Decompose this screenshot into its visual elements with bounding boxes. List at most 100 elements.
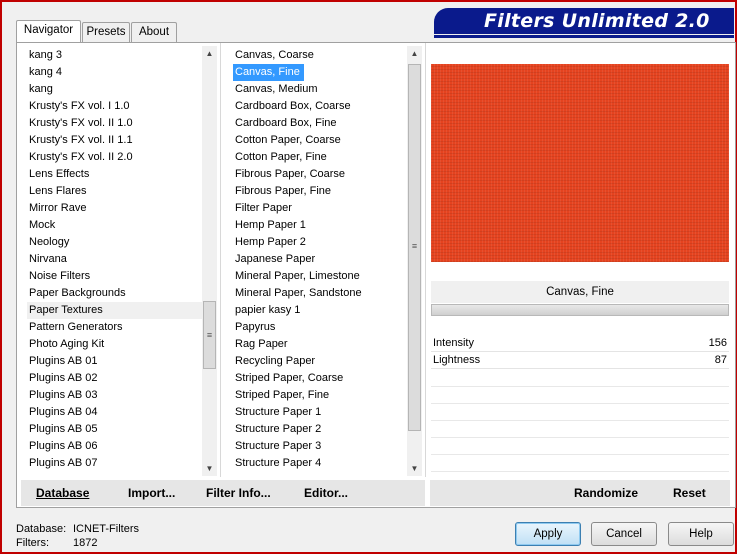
- category-item[interactable]: Lens Flares: [27, 183, 207, 200]
- category-list[interactable]: kang 3 kang 4 kang Krusty's FX vol. I 1.0 Kr…: [27, 47, 207, 477]
- category-item[interactable]: Paper Textures: [27, 302, 207, 319]
- category-item[interactable]: Plugins AB 06: [27, 438, 207, 455]
- category-item[interactable]: Plugins AB 07: [27, 455, 207, 472]
- filter-item[interactable]: Structure Paper 3: [233, 438, 413, 455]
- category-item-label: kang 4: [29, 66, 63, 78]
- scroll-up-arrow-icon[interactable]: ▲: [202, 46, 217, 61]
- filter-item-label: Japanese Paper: [235, 253, 316, 265]
- filter-item[interactable]: Fibrous Paper, Coarse: [233, 166, 413, 183]
- category-item[interactable]: kang 3: [27, 47, 207, 64]
- filters-status-value: 1872: [73, 537, 98, 549]
- category-item[interactable]: Krusty's FX vol. I 1.0: [27, 98, 207, 115]
- filter-item-label: Recycling Paper: [235, 355, 316, 367]
- editor-button[interactable]: Editor...: [304, 486, 348, 500]
- filter-item[interactable]: Rag Paper: [233, 336, 413, 353]
- filter-item[interactable]: Mineral Paper, Sandstone: [233, 285, 413, 302]
- scroll-thumb[interactable]: ≡: [203, 301, 216, 369]
- category-item-label: Krusty's FX vol. I 1.0: [29, 100, 130, 112]
- database-button[interactable]: Database: [36, 486, 89, 500]
- intensity-slider[interactable]: Intensity 156: [431, 335, 729, 352]
- filter-item[interactable]: Structure Paper 1: [233, 404, 413, 421]
- status-info: Database: ICNET-Filters Filters: 1872: [16, 522, 139, 550]
- category-item[interactable]: kang 4: [27, 64, 207, 81]
- category-item-label: Noise Filters: [29, 270, 91, 282]
- filter-list[interactable]: Canvas, Coarse Canvas, Fine Canvas, Medium…: [233, 47, 413, 477]
- scroll-down-arrow-icon[interactable]: ▼: [407, 461, 422, 476]
- database-status-value: ICNET-Filters: [73, 523, 139, 535]
- filter-item[interactable]: Hemp Paper 2: [233, 234, 413, 251]
- help-button[interactable]: Help: [668, 522, 734, 546]
- empty-parameter-rows: [431, 370, 729, 489]
- filter-item-label: Structure Paper 1: [235, 406, 322, 418]
- filters-status-label: Filters:: [16, 537, 49, 549]
- category-item-label: Plugins AB 04: [29, 406, 98, 418]
- category-item-label: Nirvana: [29, 253, 67, 265]
- category-item[interactable]: Mock: [27, 217, 207, 234]
- category-scrollbar[interactable]: ▲ ≡ ▼: [202, 46, 217, 476]
- filter-item[interactable]: Canvas, Medium: [233, 81, 413, 98]
- category-item-label: Plugins AB 03: [29, 389, 98, 401]
- category-item[interactable]: Pattern Generators: [27, 319, 207, 336]
- filter-item-label: Fibrous Paper, Coarse: [235, 168, 346, 180]
- filter-item[interactable]: Filter Paper: [233, 200, 413, 217]
- filter-item[interactable]: Recycling Paper: [233, 353, 413, 370]
- category-item[interactable]: Neology: [27, 234, 207, 251]
- filter-item[interactable]: Canvas, Coarse: [233, 47, 413, 64]
- category-item[interactable]: Lens Effects: [27, 166, 207, 183]
- import-button[interactable]: Import...: [128, 486, 175, 500]
- category-item[interactable]: Noise Filters: [27, 268, 207, 285]
- filter-item[interactable]: papier kasy 1: [233, 302, 413, 319]
- tab-presets[interactable]: Presets: [82, 22, 130, 42]
- category-item[interactable]: kang: [27, 81, 207, 98]
- category-item-label: Krusty's FX vol. II 1.0: [29, 117, 133, 129]
- category-item[interactable]: Nirvana: [27, 251, 207, 268]
- category-item[interactable]: Plugins AB 02: [27, 370, 207, 387]
- reset-button[interactable]: Reset: [673, 486, 706, 500]
- filter-item[interactable]: Cotton Paper, Fine: [233, 149, 413, 166]
- filter-item-label: Rag Paper: [235, 338, 288, 350]
- randomize-button[interactable]: Randomize: [574, 486, 638, 500]
- category-item[interactable]: Krusty's FX vol. II 1.0: [27, 115, 207, 132]
- filter-item[interactable]: Striped Paper, Coarse: [233, 370, 413, 387]
- category-item-label: Pattern Generators: [29, 321, 123, 333]
- lightness-slider[interactable]: Lightness 87: [431, 352, 729, 369]
- column-divider: [220, 43, 221, 477]
- category-item[interactable]: Plugins AB 04: [27, 404, 207, 421]
- filter-item[interactable]: Structure Paper 4: [233, 455, 413, 472]
- filter-item[interactable]: Cardboard Box, Coarse: [233, 98, 413, 115]
- filter-item[interactable]: Striped Paper, Fine: [233, 387, 413, 404]
- filter-item[interactable]: Structure Paper 2: [233, 421, 413, 438]
- selected-filter-name: Canvas, Fine: [431, 281, 729, 303]
- filter-item[interactable]: Mineral Paper, Limestone: [233, 268, 413, 285]
- scroll-down-arrow-icon[interactable]: ▼: [202, 461, 217, 476]
- app-banner: Filters Unlimited 2.0: [434, 8, 734, 34]
- category-item[interactable]: Plugins AB 05: [27, 421, 207, 438]
- category-item[interactable]: Plugins AB 01: [27, 353, 207, 370]
- filter-item[interactable]: Cotton Paper, Coarse: [233, 132, 413, 149]
- filter-item[interactable]: Cardboard Box, Fine: [233, 115, 413, 132]
- cancel-button[interactable]: Cancel: [591, 522, 657, 546]
- apply-button[interactable]: Apply: [515, 522, 581, 546]
- filter-item[interactable]: Japanese Paper: [233, 251, 413, 268]
- filter-item[interactable]: Canvas, Fine: [233, 64, 413, 81]
- tab-navigator[interactable]: Navigator: [16, 20, 81, 42]
- filter-item-label: Structure Paper 2: [235, 423, 322, 435]
- column-divider: [425, 43, 426, 477]
- filter-item[interactable]: Hemp Paper 1: [233, 217, 413, 234]
- tab-about[interactable]: About: [131, 22, 177, 42]
- category-item-label: Plugins AB 05: [29, 423, 98, 435]
- scroll-up-arrow-icon[interactable]: ▲: [407, 46, 422, 61]
- category-item[interactable]: Mirror Rave: [27, 200, 207, 217]
- category-item[interactable]: Plugins AB 03: [27, 387, 207, 404]
- filter-item[interactable]: Fibrous Paper, Fine: [233, 183, 413, 200]
- main-panel: kang 3 kang 4 kang Krusty's FX vol. I 1.0 Kr…: [16, 42, 736, 508]
- filter-scrollbar[interactable]: ▲ ≡ ▼: [407, 46, 422, 476]
- category-item-label: Paper Textures: [29, 304, 103, 316]
- scroll-thumb[interactable]: ≡: [408, 64, 421, 431]
- category-item[interactable]: Krusty's FX vol. II 2.0: [27, 149, 207, 166]
- category-item[interactable]: Krusty's FX vol. II 1.1: [27, 132, 207, 149]
- category-item[interactable]: Paper Backgrounds: [27, 285, 207, 302]
- filter-item[interactable]: Papyrus: [233, 319, 413, 336]
- category-item[interactable]: Photo Aging Kit: [27, 336, 207, 353]
- filter-info-button[interactable]: Filter Info...: [206, 486, 271, 500]
